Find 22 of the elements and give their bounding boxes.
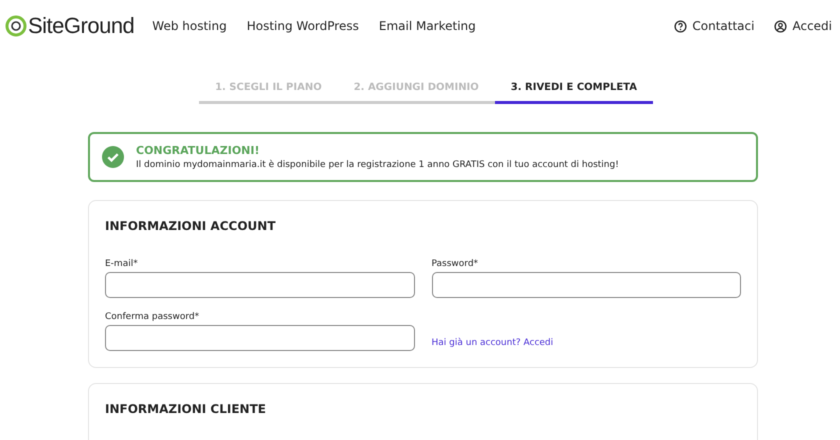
field-label: E-mail*: [105, 259, 139, 269]
logo-swirl-icon: [5, 15, 27, 37]
alert-message: Il dominio mydomainmaria.it è disponibile per la registrazione 1 anno GRATIS con il tuo account di hosting!: [136, 160, 619, 170]
header-link[interactable]: Accedi: [774, 19, 832, 33]
input-field[interactable]: [105, 272, 414, 298]
logo-wordmark[interactable]: SiteGround: [28, 13, 134, 39]
alert-title: CONGRATULAZIONI!: [136, 144, 260, 157]
user-icon: [774, 20, 788, 32]
nav-link[interactable]: Email Marketing: [378, 19, 476, 33]
login-link[interactable]: Hai già un account? Accedi: [432, 338, 554, 351]
section-title: INFORMAZIONI CLIENTE: [105, 402, 267, 416]
input-field[interactable]: [432, 272, 741, 298]
header-link[interactable]: Contattaci: [674, 19, 754, 33]
section-title: INFORMAZIONI ACCOUNT: [105, 219, 277, 233]
nav-link[interactable]: Web hosting: [152, 19, 227, 33]
field-label: Password*: [432, 259, 480, 269]
field-label: Conferma password*: [105, 312, 200, 322]
input-field[interactable]: [105, 325, 414, 351]
help-icon: [674, 20, 688, 32]
nav-link[interactable]: Hosting WordPress: [246, 19, 359, 33]
step-tab[interactable]: 3. RIVEDI E COMPLETA: [494, 78, 653, 104]
check-circle-icon: [102, 146, 124, 168]
